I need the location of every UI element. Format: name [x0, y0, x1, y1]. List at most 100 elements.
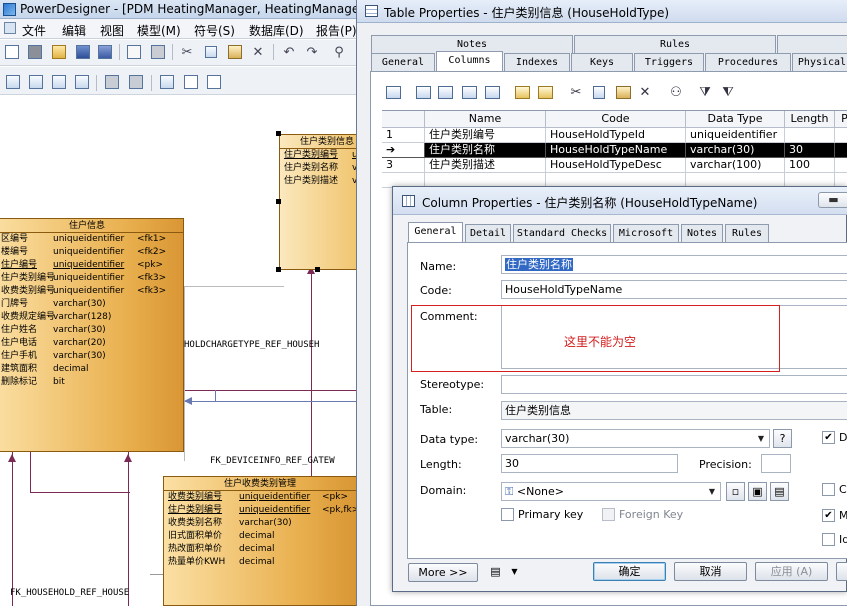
paste-icon[interactable] — [613, 82, 633, 102]
column-header-p[interactable]: P — [835, 111, 847, 128]
cell-type[interactable]: uniqueidentifier — [686, 128, 785, 143]
selection-handle[interactable] — [315, 267, 320, 272]
displayed-checkbox[interactable]: ✔ — [822, 431, 835, 444]
save-icon[interactable] — [74, 43, 92, 61]
entity-column-row[interactable]: 住户类别编号 u — [280, 149, 360, 162]
entity-column-row[interactable]: 收费规定编号 varchar(128) — [0, 311, 183, 324]
cancel-button[interactable]: 取消 — [674, 562, 747, 581]
open-folder-icon[interactable] — [50, 43, 68, 61]
selection-handle[interactable] — [276, 199, 281, 204]
new-icon[interactable] — [3, 43, 21, 61]
ok-button[interactable]: 确定 — [593, 562, 666, 581]
copy-icon[interactable] — [202, 43, 220, 61]
filter-icon[interactable]: ⧩ — [695, 82, 715, 102]
menu-symbol[interactable]: 符号(S) — [194, 22, 235, 39]
menu-model[interactable]: 模型(M) — [137, 22, 181, 39]
save-all-icon[interactable] — [96, 43, 114, 61]
mandatory-checkbox[interactable]: ✔ — [822, 509, 835, 522]
tab-detail[interactable]: Detail — [465, 224, 511, 242]
column-header-data-type[interactable]: Data Type — [686, 111, 785, 128]
entity-column-row[interactable]: 收费类别编号 uniqueidentifier <fk3> — [0, 285, 183, 298]
domain-properties-icon[interactable]: ▣ — [748, 482, 767, 501]
help-button[interactable]: ? — [773, 429, 792, 448]
create-domain-icon[interactable] — [482, 82, 502, 102]
entity-column-row[interactable]: 住户类别编号 uniqueidentifier <fk3> — [0, 272, 183, 285]
tab-general[interactable]: General — [408, 222, 463, 242]
entity-column-row[interactable]: 住户手机 varchar(30) — [0, 350, 183, 363]
note-tool-icon[interactable] — [182, 73, 200, 91]
delete-icon[interactable]: ✕ — [249, 43, 267, 61]
column-header-code[interactable]: Code — [546, 111, 686, 128]
tab-general[interactable]: General — [371, 53, 435, 71]
tab-procedures[interactable]: Procedures — [705, 53, 791, 71]
menu-view[interactable]: 视图 — [100, 22, 124, 39]
create-domain-icon[interactable]: ▫ — [726, 482, 745, 501]
computed-checkbox[interactable] — [822, 483, 835, 496]
properties-icon[interactable] — [383, 82, 403, 102]
new-object-icon[interactable] — [512, 82, 532, 102]
menu-database[interactable]: 数据库(D) — [249, 22, 304, 39]
tab-rules[interactable]: Rules — [725, 224, 769, 242]
entity-column-row[interactable]: 收费类别名称 varchar(30) — [164, 517, 356, 530]
cell-code[interactable]: HouseHoldTypeName — [546, 143, 686, 158]
cell-num[interactable]: ➔ — [382, 143, 425, 158]
tab-keys[interactable]: Keys — [571, 53, 633, 71]
cell-p[interactable] — [835, 128, 847, 143]
table-row[interactable]: 1 住户类别编号 HouseHoldTypeId uniqueidentifier — [382, 128, 847, 143]
new-model-icon[interactable] — [26, 43, 44, 61]
diagram-canvas[interactable]: HOLDCHARGETYPE_REF_HOUSEH FK_DEVICEINFO_… — [0, 96, 361, 606]
menu-edit[interactable]: 编辑 — [62, 22, 86, 39]
minimize-button[interactable]: ▬ — [818, 192, 847, 208]
cut-icon[interactable]: ✂ — [566, 82, 586, 102]
cell-type[interactable]: varchar(30) — [686, 143, 785, 158]
find-object-icon[interactable] — [535, 82, 555, 102]
entity-column-row[interactable]: 删除标记 bit — [0, 376, 183, 389]
filter-clear-icon[interactable]: ⧨ — [718, 82, 738, 102]
package-tool-icon[interactable] — [73, 73, 91, 91]
help-button-partial[interactable] — [836, 562, 847, 581]
entity-household-type[interactable]: 住户类别信息 住户类别编号 u 住户类别名称 v 住户类别描述 v — [279, 134, 361, 270]
view-tool-icon[interactable] — [27, 73, 45, 91]
selection-handle[interactable] — [276, 267, 281, 272]
menu-file[interactable]: 文件 — [22, 22, 46, 39]
selection-handle[interactable] — [276, 131, 281, 136]
link-tool-icon[interactable] — [127, 73, 145, 91]
entity-column-row[interactable]: 住户类别描述 v — [280, 175, 360, 188]
tab-notes[interactable]: Notes — [681, 224, 723, 242]
tab-columns[interactable]: Columns — [436, 51, 503, 71]
tab-triggers[interactable]: Triggers — [634, 53, 704, 71]
paste-icon[interactable] — [226, 43, 244, 61]
entity-column-row[interactable]: 住户类别编号 uniqueidentifier <pk,fk> — [164, 504, 359, 517]
entity-column-row[interactable]: 收费类别编号 uniqueidentifier <pk> — [164, 491, 356, 504]
entity-column-row[interactable]: 旧式面积单价 decimal — [164, 530, 356, 543]
find-icon[interactable]: ⚲ — [330, 43, 348, 61]
cell-p[interactable] — [835, 143, 847, 158]
entity-column-row[interactable]: 门牌号 varchar(30) — [0, 298, 183, 311]
tab-indexes[interactable]: Indexes — [504, 53, 570, 71]
identity-checkbox[interactable] — [822, 533, 835, 546]
cell-p[interactable] — [835, 158, 847, 173]
entity-column-row[interactable]: 热改面积单价 decimal — [164, 543, 356, 556]
chevron-down-icon[interactable]: ▼ — [704, 483, 720, 500]
cell-name[interactable]: 住户类别编号 — [425, 128, 546, 143]
cell-num[interactable]: 3 — [382, 158, 425, 173]
find-domain-icon[interactable]: ▤ — [770, 482, 789, 501]
menu-icon[interactable]: ▤ — [486, 563, 505, 582]
cell-length[interactable]: 30 — [785, 143, 835, 158]
reference-label[interactable]: FK_HOUSEHOLD_REF_HOUSE — [10, 588, 129, 598]
length-field[interactable]: 30 — [501, 454, 678, 473]
column-header-length[interactable]: Length — [785, 111, 835, 128]
reference-tool-icon[interactable] — [103, 73, 121, 91]
tab-standard-checks[interactable]: Standard Checks — [513, 224, 611, 242]
primary-key-checkbox[interactable] — [501, 508, 514, 521]
reference-label[interactable]: HOLDCHARGETYPE_REF_HOUSEH — [184, 340, 319, 350]
redo-icon[interactable]: ↷ — [303, 43, 321, 61]
columns-grid[interactable]: Name Code Data Type Length P 1住户类别编号Hous… — [382, 110, 847, 188]
cell-type[interactable]: varchar(100) — [686, 158, 785, 173]
code-field[interactable]: HouseHoldTypeName — [501, 280, 847, 299]
reference-label[interactable]: FK_DEVICEINFO_REF_GATEW — [210, 456, 335, 466]
entity-household-charge-type[interactable]: 住户收费类别管理 收费类别编号 uniqueidentifier <pk> 住户类别编… — [163, 476, 359, 606]
more-button[interactable]: More >> — [408, 563, 478, 582]
cell-num[interactable]: 1 — [382, 128, 425, 143]
cell-name[interactable]: 住户类别描述 — [425, 158, 546, 173]
